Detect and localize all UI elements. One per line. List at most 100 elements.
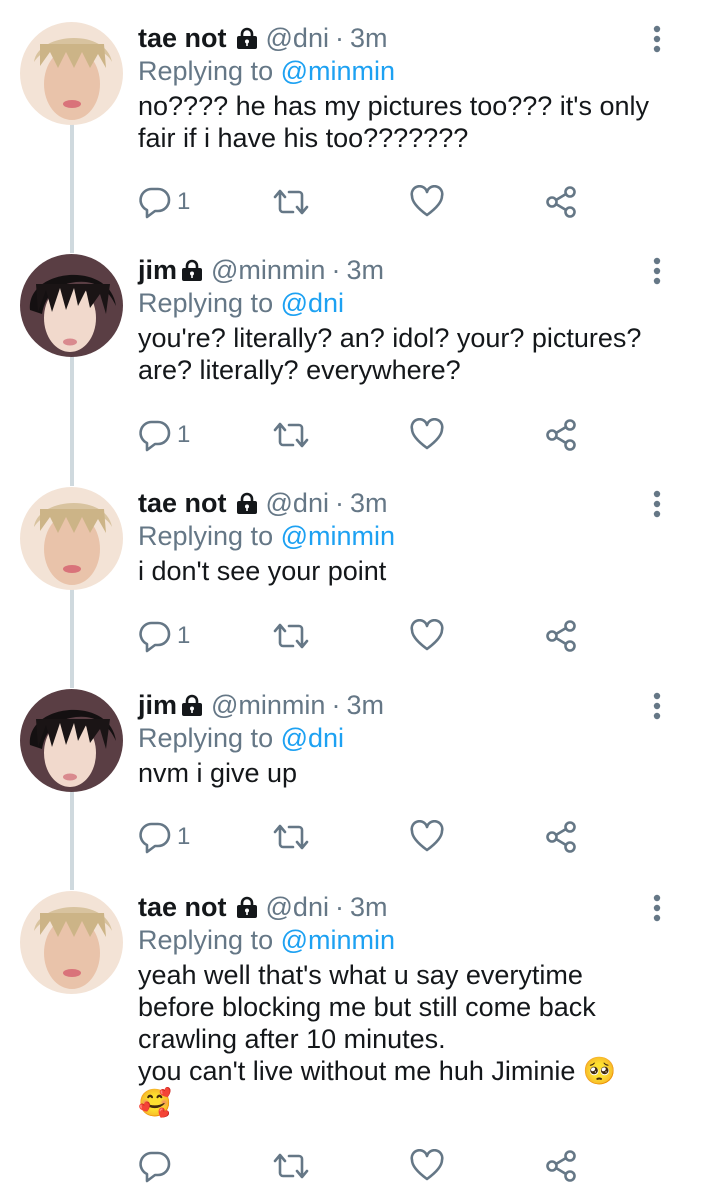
replying-to-label: Replying to bbox=[138, 521, 274, 551]
separator-dot: · bbox=[334, 23, 344, 53]
reply-bubble-icon bbox=[138, 418, 172, 452]
avatar-image bbox=[20, 689, 123, 792]
tweet-text: yeah well that's what u say everytime be… bbox=[138, 959, 651, 1119]
tweet-actions: 1 bbox=[138, 182, 598, 222]
reply-button[interactable]: 1 bbox=[138, 817, 190, 857]
avatar-image bbox=[20, 254, 123, 357]
display-name[interactable]: jim bbox=[138, 689, 177, 721]
separator-dot: · bbox=[334, 488, 344, 518]
more-vertical-icon[interactable] bbox=[645, 691, 669, 723]
timestamp[interactable]: 3m bbox=[346, 689, 384, 721]
reply-button[interactable]: 1 bbox=[138, 182, 190, 222]
more-vertical-icon[interactable] bbox=[645, 489, 669, 521]
tweet-text-line: fair if i have his too??????? bbox=[138, 123, 469, 153]
avatar[interactable] bbox=[20, 689, 123, 792]
share-button[interactable] bbox=[544, 1146, 578, 1186]
like-button[interactable] bbox=[410, 817, 444, 857]
timestamp[interactable]: 3m bbox=[350, 487, 388, 519]
user-handle[interactable]: @minmin bbox=[211, 254, 325, 286]
share-button[interactable] bbox=[544, 616, 578, 656]
tweet-body: jim @minmin · 3m Replying to @dni nvm i … bbox=[138, 689, 651, 789]
reply-button[interactable]: 1 bbox=[138, 415, 190, 455]
tweet-actions bbox=[138, 1146, 598, 1186]
tweet-actions: 1 bbox=[138, 616, 598, 656]
share-button[interactable] bbox=[544, 182, 578, 222]
share-icon bbox=[544, 418, 578, 452]
user-handle[interactable]: @minmin bbox=[211, 689, 325, 721]
more-vertical-icon[interactable] bbox=[645, 256, 669, 288]
timestamp[interactable]: 3m bbox=[350, 891, 388, 923]
replying-to-mention[interactable]: @minmin bbox=[281, 925, 395, 955]
retweet-icon bbox=[272, 418, 310, 452]
user-handle[interactable]: @dni bbox=[266, 487, 329, 519]
share-icon bbox=[544, 820, 578, 854]
replying-to: Replying to @dni bbox=[138, 286, 651, 320]
tweet-actions: 1 bbox=[138, 817, 598, 857]
tweet[interactable]: tae not @dni · 3m Replying to @minmin i … bbox=[0, 487, 711, 677]
replying-to-mention[interactable]: @minmin bbox=[281, 56, 395, 86]
timestamp[interactable]: 3m bbox=[350, 22, 388, 54]
lock-icon bbox=[236, 27, 258, 49]
retweet-button[interactable] bbox=[272, 415, 310, 455]
avatar[interactable] bbox=[20, 891, 123, 994]
retweet-button[interactable] bbox=[272, 616, 310, 656]
like-button[interactable] bbox=[410, 182, 444, 222]
tweet-body: jim @minmin · 3m Replying to @dni you're… bbox=[138, 254, 651, 386]
tweet[interactable]: tae not @dni · 3m Replying to @minmin ye… bbox=[0, 891, 711, 1191]
retweet-button[interactable] bbox=[272, 1146, 310, 1186]
user-handle[interactable]: @dni bbox=[266, 891, 329, 923]
avatar[interactable] bbox=[20, 487, 123, 590]
tweet[interactable]: jim @minmin · 3m Replying to @dni nvm i … bbox=[0, 689, 711, 879]
tweet-header: tae not @dni · 3m bbox=[138, 22, 651, 54]
more-vertical-icon[interactable] bbox=[645, 24, 669, 56]
replying-to-label: Replying to bbox=[138, 723, 274, 753]
replying-to: Replying to @minmin bbox=[138, 923, 651, 957]
replying-to-mention[interactable]: @dni bbox=[281, 723, 344, 753]
like-button[interactable] bbox=[410, 415, 444, 455]
display-name[interactable]: jim bbox=[138, 254, 177, 286]
display-name[interactable]: tae not bbox=[138, 487, 227, 519]
tweet[interactable]: jim @minmin · 3m Replying to @dni you're… bbox=[0, 254, 711, 474]
lock-icon bbox=[181, 259, 203, 281]
tweet-text-line: 🥰 bbox=[138, 1088, 172, 1118]
tweet-text-line: yeah well that's what u say everytime bbox=[138, 960, 583, 990]
avatar[interactable] bbox=[20, 22, 123, 125]
replying-to-mention[interactable]: @dni bbox=[281, 288, 344, 318]
like-button[interactable] bbox=[410, 616, 444, 656]
reply-button[interactable]: 1 bbox=[138, 616, 190, 656]
retweet-button[interactable] bbox=[272, 182, 310, 222]
tweet-text-line: crawling after 10 minutes. bbox=[138, 1024, 446, 1054]
tweet-actions: 1 bbox=[138, 415, 598, 455]
retweet-button[interactable] bbox=[272, 817, 310, 857]
reply-count: 1 bbox=[177, 823, 191, 850]
separator-dot: · bbox=[331, 690, 341, 720]
tweet-text-line: you're? literally? an? idol? your? pictu… bbox=[138, 323, 642, 353]
avatar[interactable] bbox=[20, 254, 123, 357]
reply-button[interactable] bbox=[138, 1146, 177, 1186]
avatar-image bbox=[20, 891, 123, 994]
tweet-text-line: before blocking me but still come back bbox=[138, 992, 596, 1022]
share-button[interactable] bbox=[544, 415, 578, 455]
replying-to-label: Replying to bbox=[138, 288, 274, 318]
tweet[interactable]: tae not @dni · 3m Replying to @minmin no… bbox=[0, 22, 711, 242]
user-handle[interactable]: @dni bbox=[266, 22, 329, 54]
replying-to: Replying to @minmin bbox=[138, 54, 651, 88]
retweet-icon bbox=[272, 619, 310, 653]
tweet-text-line: are? literally? everywhere? bbox=[138, 355, 461, 385]
heart-icon bbox=[410, 820, 444, 854]
tweet-text: you're? literally? an? idol? your? pictu… bbox=[138, 322, 651, 386]
more-vertical-icon[interactable] bbox=[645, 893, 669, 925]
tweet-text: i don't see your point bbox=[138, 555, 651, 587]
display-name[interactable]: tae not bbox=[138, 22, 227, 54]
replying-to-label: Replying to bbox=[138, 925, 274, 955]
replying-to-mention[interactable]: @minmin bbox=[281, 521, 395, 551]
replying-to-label: Replying to bbox=[138, 56, 274, 86]
share-button[interactable] bbox=[544, 817, 578, 857]
display-name[interactable]: tae not bbox=[138, 891, 227, 923]
lock-icon bbox=[236, 896, 258, 918]
retweet-icon bbox=[272, 1149, 310, 1183]
like-button[interactable] bbox=[410, 1146, 444, 1186]
tweet-text-line: i don't see your point bbox=[138, 556, 387, 586]
timestamp[interactable]: 3m bbox=[346, 254, 384, 286]
reply-count: 1 bbox=[177, 622, 191, 649]
